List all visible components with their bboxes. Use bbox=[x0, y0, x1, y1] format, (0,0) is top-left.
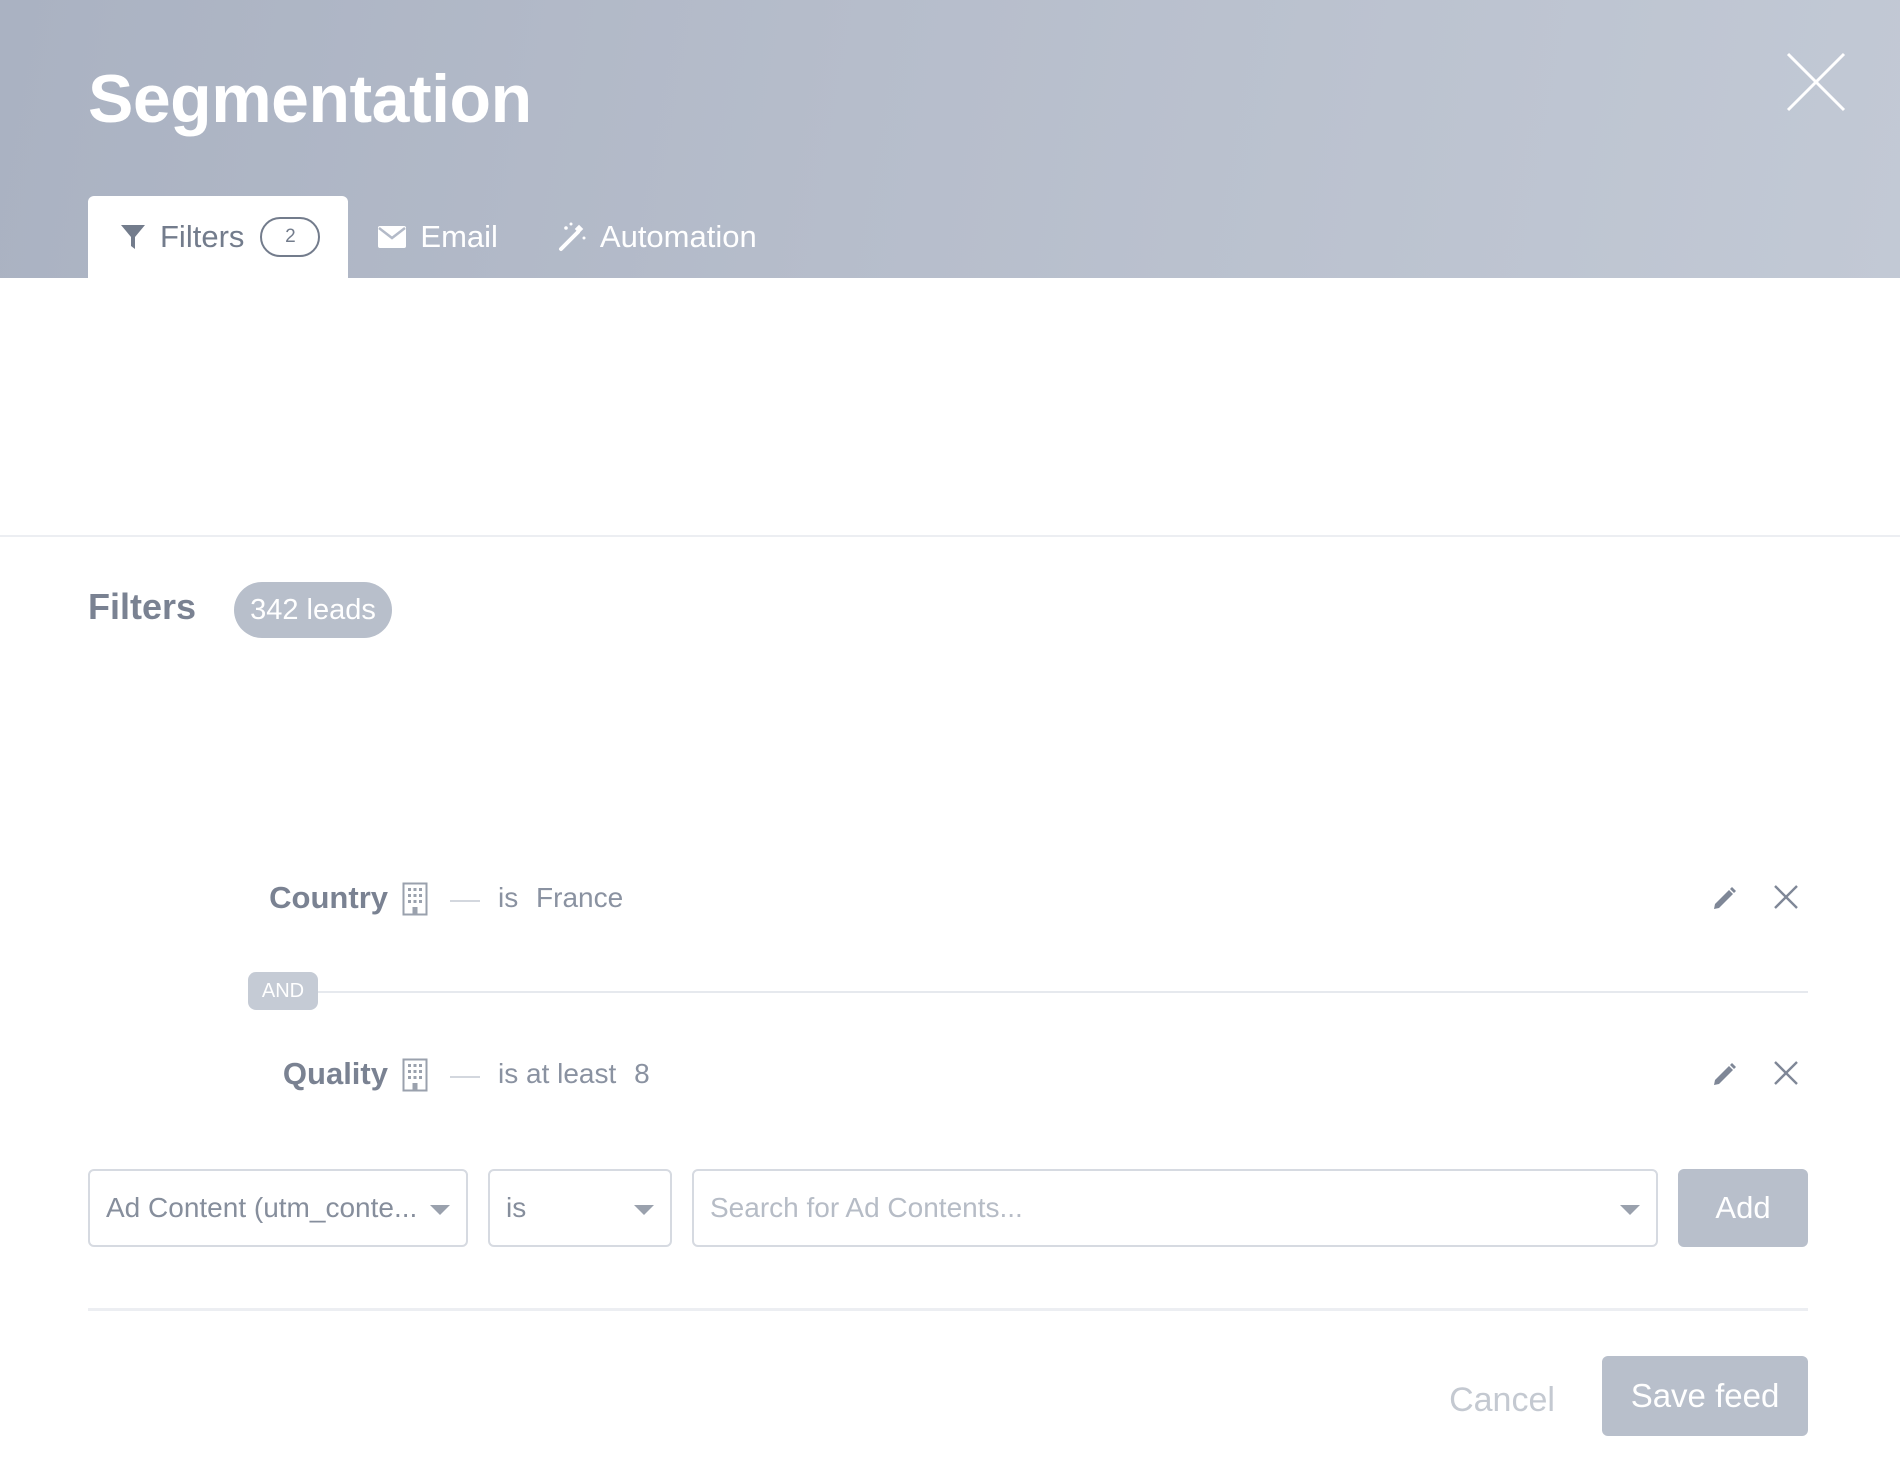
tab-email[interactable]: Email bbox=[348, 196, 528, 278]
close-icon[interactable] bbox=[1773, 884, 1799, 910]
filter-condition: is at least 8 bbox=[498, 1058, 650, 1090]
filter-row: Country is France bbox=[0, 870, 1900, 930]
chevron-down-icon bbox=[634, 1205, 654, 1215]
tab-label: Email bbox=[420, 219, 498, 254]
filter-operator-select[interactable]: is bbox=[488, 1169, 672, 1247]
tab-label: Automation bbox=[599, 219, 757, 254]
filter-field-name: Quality bbox=[282, 1056, 388, 1091]
magic-wand-icon bbox=[558, 222, 586, 251]
and-divider-line bbox=[248, 991, 1808, 993]
chevron-down-icon bbox=[1620, 1205, 1640, 1215]
modal-header: Segmentation Filters 2 Email Automation bbox=[0, 0, 1900, 278]
divider bbox=[0, 535, 1900, 537]
filter-field-name: Country bbox=[269, 880, 388, 915]
filter-operator: is bbox=[498, 882, 519, 913]
tab-automation[interactable]: Automation bbox=[528, 196, 787, 278]
close-icon[interactable] bbox=[1773, 1060, 1799, 1086]
modal-title: Segmentation bbox=[88, 61, 532, 137]
cancel-button[interactable]: Cancel bbox=[1442, 1370, 1562, 1430]
chevron-down-icon bbox=[430, 1205, 450, 1215]
tab-count-badge: 2 bbox=[260, 217, 321, 257]
filter-condition: is France bbox=[498, 882, 623, 914]
filter-row: Quality is at least 8 bbox=[0, 1046, 1900, 1106]
tab-label: Filters bbox=[160, 219, 245, 254]
add-filter-button[interactable]: Add bbox=[1678, 1169, 1808, 1247]
and-badge: AND bbox=[248, 972, 318, 1010]
close-icon[interactable] bbox=[1786, 52, 1846, 112]
filter-field-select[interactable]: Ad Content (utm_conte... bbox=[88, 1169, 468, 1247]
envelope-icon bbox=[378, 226, 407, 248]
tab-bar: Filters 2 Email Automation bbox=[88, 196, 787, 278]
filter-value-placeholder: Search for Ad Contents... bbox=[710, 1192, 1023, 1223]
divider bbox=[88, 1308, 1808, 1311]
filters-heading: Filters bbox=[88, 586, 197, 627]
filter-operator: is at least bbox=[498, 1058, 617, 1089]
separator-dash bbox=[450, 1076, 480, 1078]
filter-value: France bbox=[536, 882, 624, 913]
building-icon bbox=[402, 1058, 428, 1092]
filter-value-search[interactable]: Search for Ad Contents... bbox=[692, 1169, 1658, 1247]
filter-value: 8 bbox=[634, 1058, 650, 1089]
tab-filters[interactable]: Filters 2 bbox=[88, 196, 349, 278]
save-feed-button[interactable]: Save feed bbox=[1602, 1356, 1808, 1436]
filter-operator-select-value: is bbox=[506, 1192, 527, 1223]
building-icon bbox=[402, 882, 428, 916]
filter-icon bbox=[121, 225, 145, 249]
filter-field-select-value: Ad Content (utm_conte... bbox=[106, 1192, 418, 1223]
separator-dash bbox=[450, 900, 480, 902]
pencil-icon[interactable] bbox=[1711, 1060, 1739, 1088]
pencil-icon[interactable] bbox=[1711, 884, 1739, 912]
leads-count-badge: 342 leads bbox=[234, 582, 392, 638]
